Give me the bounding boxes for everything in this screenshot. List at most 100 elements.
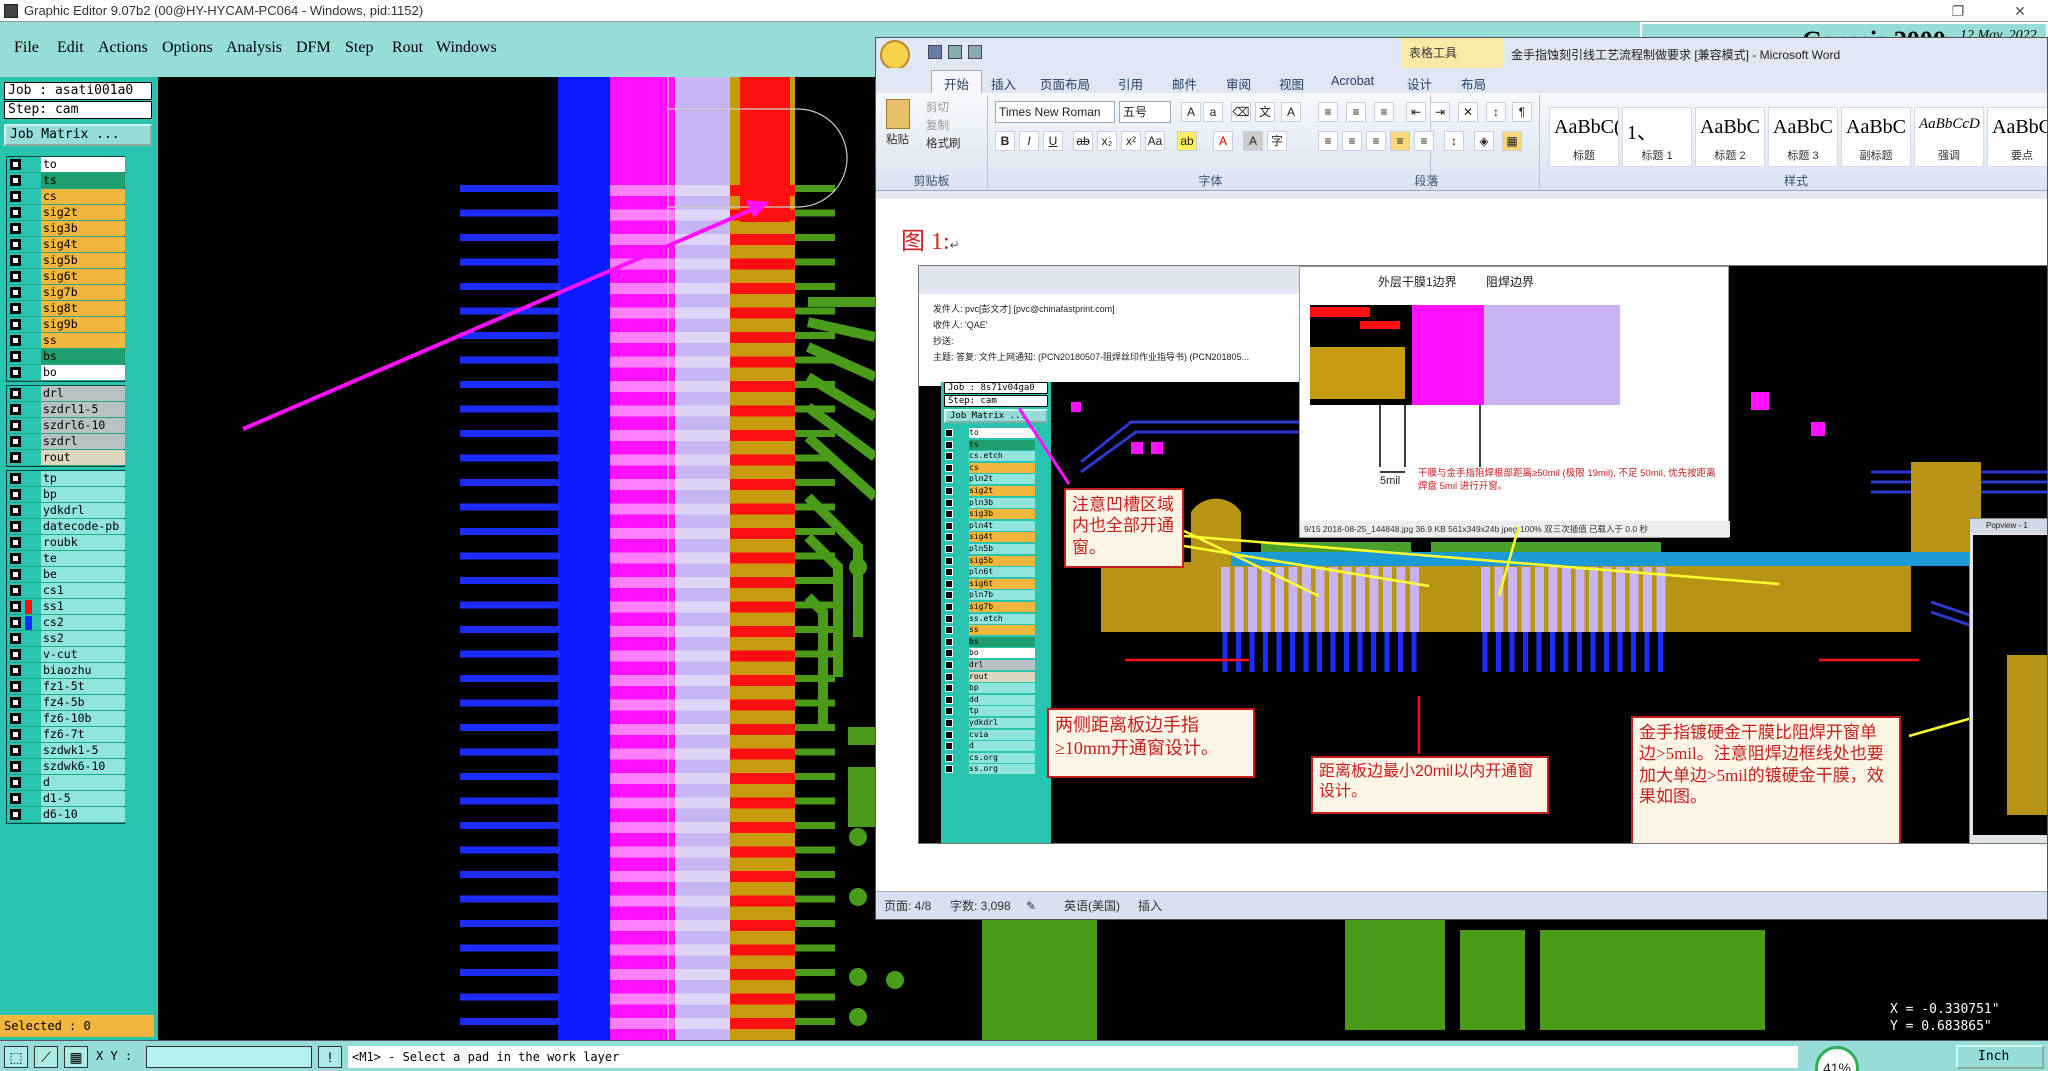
zoom-icon[interactable]: ⬚ [4,1046,28,1068]
layer-row-bo[interactable]: bo [7,365,125,381]
layer-checkbox[interactable] [10,319,21,330]
menu-options[interactable]: Options [162,39,213,57]
shading-icon[interactable]: ◈ [1474,131,1494,151]
xy-input[interactable] [146,1046,312,1068]
layer-name[interactable]: szdrl6-10 [41,418,125,433]
layer-row-tp[interactable]: tp [7,471,125,487]
layer-row-sig3b[interactable]: sig3b [7,221,125,237]
layer-name[interactable]: ydkdrl [41,503,125,518]
layer-checkbox[interactable] [10,223,21,234]
tab-mailings[interactable]: 邮件 [1172,74,1197,93]
subscript-icon[interactable]: x₂ [1097,131,1117,151]
grid-icon[interactable]: ▦ [64,1046,88,1068]
layer-name[interactable]: sig3b [41,221,125,236]
layer-checkbox[interactable] [10,569,21,580]
bold-icon[interactable]: B [995,131,1015,151]
layer-checkbox[interactable] [10,505,21,516]
menu-dfm[interactable]: DFM [296,39,331,57]
layer-name[interactable]: sig6t [41,269,125,284]
layer-checkbox[interactable] [10,452,21,463]
align-left-icon[interactable]: ≡ [1318,131,1338,151]
layer-row-ss2[interactable]: ss2 [7,631,125,647]
decrease-indent-icon[interactable]: ⇤ [1406,102,1426,122]
layer-name[interactable]: fz1-5t [41,679,125,694]
layer-row-sig9b[interactable]: sig9b [7,317,125,333]
layer-name[interactable]: to [41,157,125,172]
layer-row-sig4t[interactable]: sig4t [7,237,125,253]
clear-format-icon[interactable]: ⌫ [1231,102,1251,122]
char-border-icon[interactable]: A [1281,102,1301,122]
save-icon[interactable] [928,45,942,59]
layer-checkbox[interactable] [10,191,21,202]
layer-row-bp[interactable]: bp [7,487,125,503]
layer-checkbox[interactable] [10,473,21,484]
tab-view[interactable]: 视图 [1279,74,1304,93]
layer-name[interactable]: bp [41,487,125,502]
word-count[interactable]: 字数: 3,098 [950,892,1011,919]
layer-name[interactable]: datecode-pb [41,519,125,534]
layer-name[interactable]: ss [41,333,125,348]
grow-font-icon[interactable]: A [1181,102,1201,122]
layer-row-szdrl6-10[interactable]: szdrl6-10 [7,418,125,434]
layer-row-fz6-7t[interactable]: fz6-7t [7,727,125,743]
proofing-icon[interactable]: ✎ [1026,892,1036,919]
menu-analysis[interactable]: Analysis [226,39,282,57]
layer-row-to[interactable]: to [7,157,125,173]
layer-checkbox[interactable] [10,585,21,596]
show-marks-icon[interactable]: ¶ [1512,102,1532,122]
layer-name[interactable]: d6-10 [41,807,125,822]
job-matrix-button[interactable]: Job Matrix ... [4,124,152,146]
layer-checkbox[interactable] [10,601,21,612]
layer-checkbox[interactable] [10,553,21,564]
layer-checkbox[interactable] [10,681,21,692]
layer-row-datecode-pb[interactable]: datecode-pb [7,519,125,535]
layer-row-szdrl1-5[interactable]: szdrl1-5 [7,402,125,418]
style-0[interactable]: AaBbC(标题 [1549,107,1619,167]
layer-row-rout[interactable]: rout [7,450,125,466]
layer-name[interactable]: ss1 [41,599,125,614]
line-spacing-icon[interactable]: ↕ [1444,131,1464,151]
layer-checkbox[interactable] [10,617,21,628]
layer-row-fz1-5t[interactable]: fz1-5t [7,679,125,695]
format-painter-button[interactable]: 格式刷 [926,135,961,151]
style-3[interactable]: AaBbC 标题 3 [1768,107,1838,167]
layer-row-biaozhu[interactable]: biaozhu [7,663,125,679]
font-size-select[interactable]: 五号 [1119,101,1171,123]
layer-row-fz4-5b[interactable]: fz4-5b [7,695,125,711]
layer-row-roubk[interactable]: roubk [7,535,125,551]
layer-name[interactable]: sig7b [41,285,125,300]
office-button-icon[interactable] [880,40,910,70]
layer-row-sig7b[interactable]: sig7b [7,285,125,301]
layer-checkbox[interactable] [10,777,21,788]
layer-checkbox[interactable] [10,713,21,724]
layer-name[interactable]: roubk [41,535,125,550]
layer-row-bs[interactable]: bs [7,349,125,365]
menu-edit[interactable]: Edit [57,39,84,57]
tab-acrobat[interactable]: Acrobat [1331,74,1374,88]
layer-checkbox[interactable] [10,388,21,399]
layer-name[interactable]: cs [41,189,125,204]
shrink-font-icon[interactable]: a [1203,102,1223,122]
layer-name[interactable]: szdwk1-5 [41,743,125,758]
italic-icon[interactable]: I [1019,131,1039,151]
layer-row-drl[interactable]: drl [7,386,125,402]
tab-design[interactable]: 设计 [1407,74,1432,93]
layer-name[interactable]: te [41,551,125,566]
layer-name[interactable]: biaozhu [41,663,125,678]
tab-references[interactable]: 引用 [1118,74,1143,93]
menu-actions[interactable]: Actions [98,39,148,57]
layer-checkbox[interactable] [10,175,21,186]
layer-checkbox[interactable] [10,649,21,660]
layer-row-d1-5[interactable]: d1-5 [7,791,125,807]
increase-indent-icon[interactable]: ⇥ [1430,102,1450,122]
layer-checkbox[interactable] [10,335,21,346]
layer-name[interactable]: cs1 [41,583,125,598]
layer-name[interactable]: be [41,567,125,582]
numbering-icon[interactable]: ≡ [1346,102,1366,122]
layer-checkbox[interactable] [10,729,21,740]
layer-checkbox[interactable] [10,521,21,532]
style-6[interactable]: AaBbC 要点 [1987,107,2047,167]
align-center-icon[interactable]: ≡ [1342,131,1362,151]
insert-mode[interactable]: 插入 [1138,892,1162,919]
layer-name[interactable]: bo [41,365,125,380]
